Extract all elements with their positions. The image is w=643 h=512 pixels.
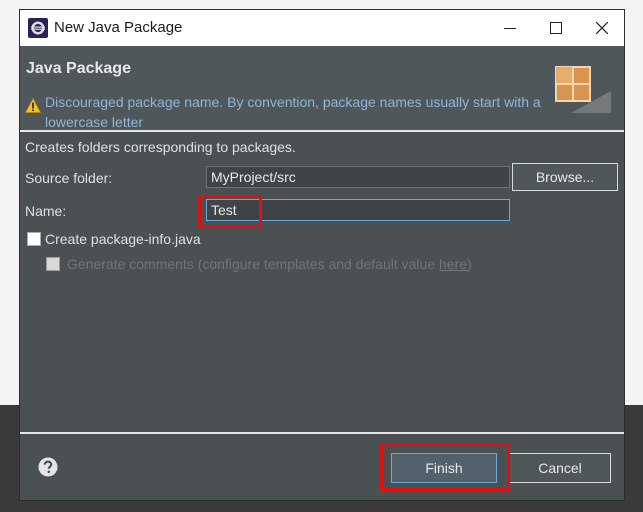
- package-wizard-icon: [553, 63, 611, 113]
- finish-button-label: Finish: [425, 460, 463, 476]
- minimize-button[interactable]: [487, 10, 533, 46]
- browse-button[interactable]: Browse...: [512, 163, 618, 191]
- wizard-banner: Java Package Discouraged package name. B…: [20, 46, 624, 130]
- generate-comments-label: Generate comments (configure templates a…: [67, 256, 472, 272]
- maximize-icon: [550, 22, 562, 34]
- create-package-info-label[interactable]: Create package-info.java: [45, 231, 201, 247]
- minimize-icon: [504, 28, 516, 29]
- new-java-package-dialog: New Java Package Java Package Discourage…: [20, 10, 624, 500]
- source-folder-field[interactable]: [206, 166, 510, 188]
- generate-comments-text: Generate comments (configure templates a…: [67, 256, 439, 272]
- eclipse-icon: [28, 18, 48, 38]
- close-icon: [596, 22, 608, 34]
- close-button[interactable]: [579, 10, 625, 46]
- finish-button[interactable]: Finish: [391, 453, 497, 483]
- title-bar: New Java Package: [20, 10, 624, 46]
- package-name-field[interactable]: [206, 199, 510, 221]
- wizard-page-title: Java Package: [26, 60, 131, 77]
- cancel-button[interactable]: Cancel: [509, 453, 611, 483]
- footer-divider: [20, 432, 624, 434]
- source-folder-label: Source folder:: [25, 170, 113, 186]
- name-label: Name:: [25, 203, 67, 219]
- maximize-button[interactable]: [533, 10, 579, 46]
- browse-button-label: Browse...: [535, 169, 595, 185]
- create-package-info-checkbox[interactable]: [27, 232, 41, 246]
- warning-icon: [24, 97, 42, 113]
- cancel-button-label: Cancel: [538, 460, 582, 476]
- configure-templates-link: here: [438, 256, 468, 272]
- warning-message: Discouraged package name. By convention,…: [45, 94, 541, 130]
- page-description: Creates folders corresponding to package…: [25, 139, 296, 155]
- window-title: New Java Package: [54, 19, 183, 36]
- banner-divider: [20, 130, 624, 132]
- generate-comments-checkbox: [46, 257, 60, 271]
- generate-comments-suffix: ): [467, 256, 472, 272]
- help-icon[interactable]: [38, 457, 58, 477]
